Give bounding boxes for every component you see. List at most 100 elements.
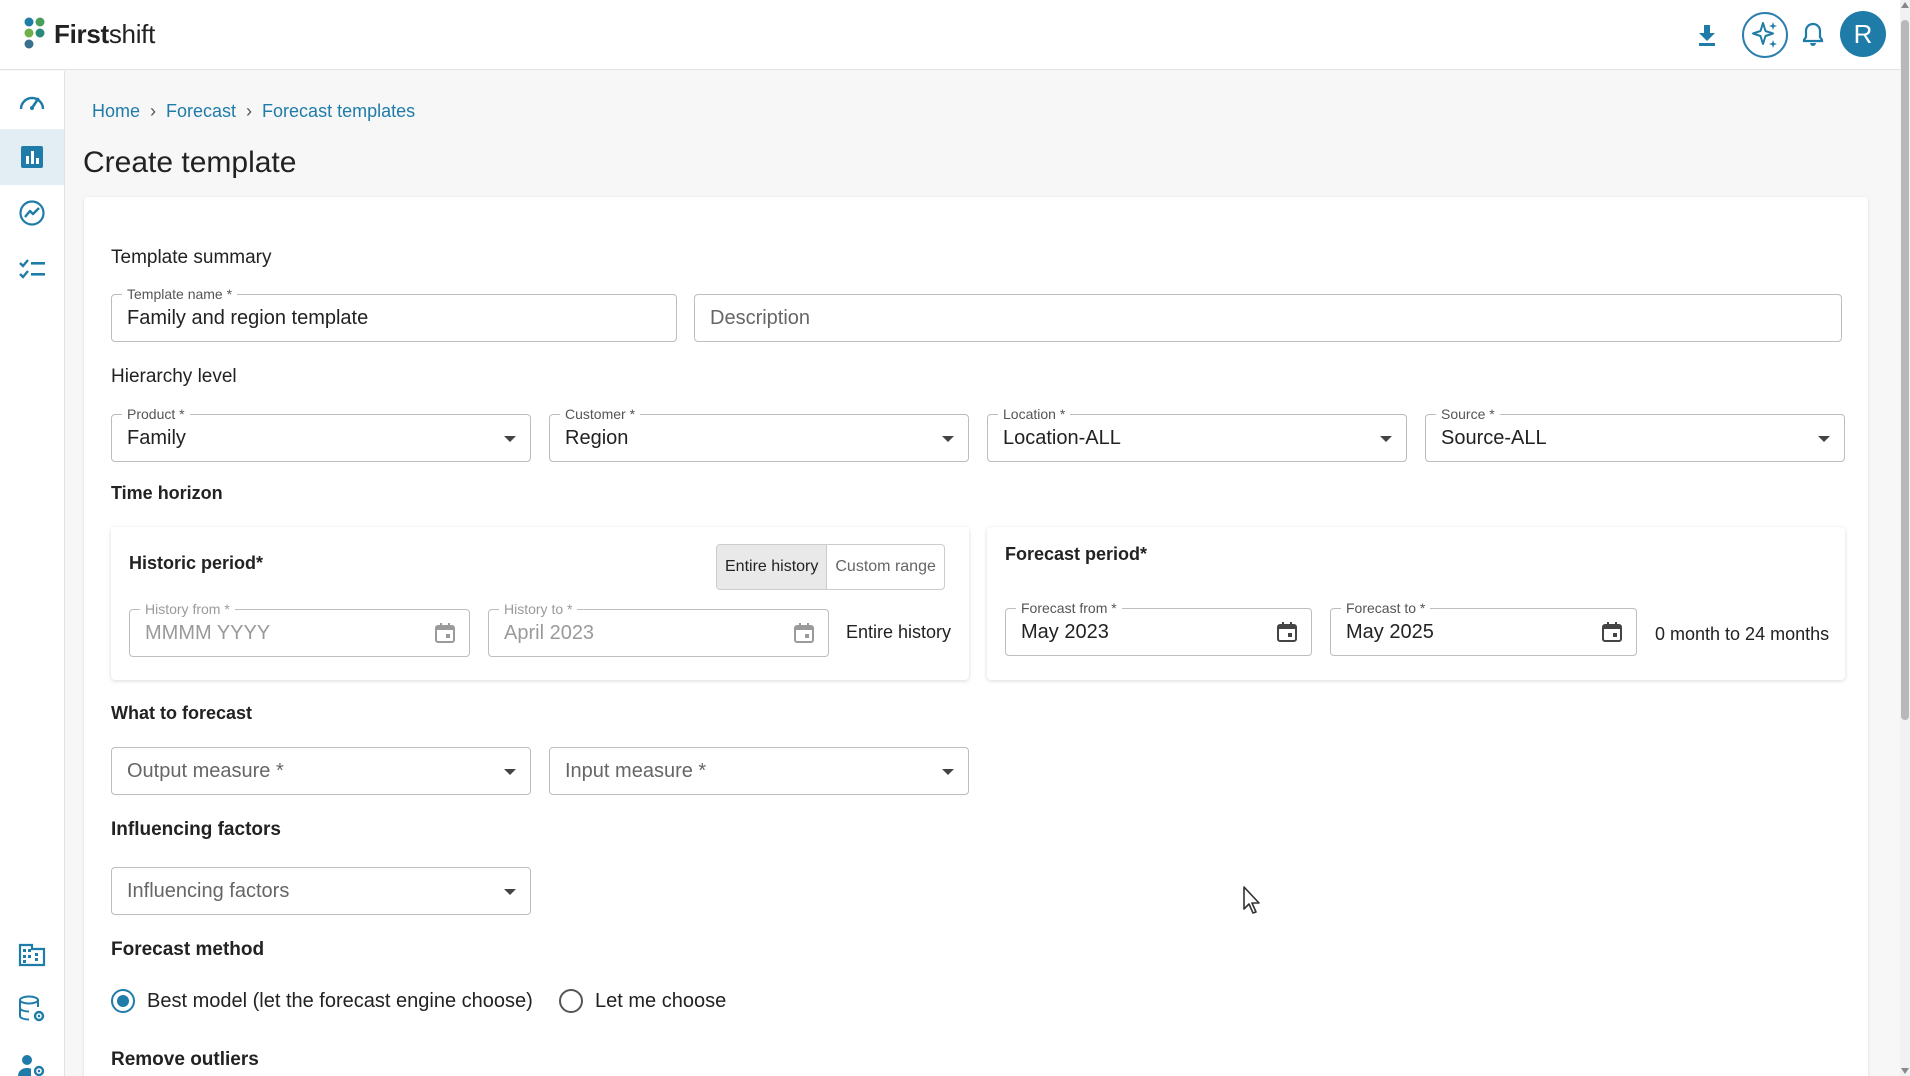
source-value: Source-ALL	[1441, 427, 1547, 449]
chevron-down-icon	[504, 769, 516, 775]
forecast-to-field[interactable]: Forecast to * May 2025	[1330, 600, 1637, 656]
customer-label: Customer *	[560, 406, 641, 422]
scroll-down-arrow-icon[interactable]	[1901, 1068, 1909, 1074]
remove-outliers-heading: Remove outliers	[111, 1049, 259, 1070]
influencing-factors-select[interactable]: Influencing factors	[111, 867, 531, 915]
top-bar: Firstshift R	[0, 0, 1900, 70]
ai-sparkle-icon	[1750, 20, 1780, 50]
calendar-icon[interactable]	[1275, 620, 1299, 644]
sidebar-item-dashboard[interactable]	[0, 73, 64, 129]
let-me-choose-radio[interactable]: Let me choose	[559, 989, 726, 1013]
sidebar-item-data-settings[interactable]	[0, 982, 64, 1038]
sidebar-item-user-settings[interactable]	[0, 1038, 64, 1076]
notifications-button[interactable]	[1788, 10, 1838, 60]
calendar-icon[interactable]	[792, 621, 816, 645]
calendar-icon[interactable]	[1600, 620, 1624, 644]
breadcrumb-separator: ›	[150, 101, 157, 121]
bell-icon	[1802, 22, 1824, 48]
location-label: Location *	[998, 406, 1071, 422]
customer-select[interactable]: Customer * Region	[549, 406, 969, 462]
building-icon	[18, 941, 46, 967]
history-from-field[interactable]: History from * MMMM YYYY	[129, 601, 470, 657]
radio-unchecked-icon	[559, 989, 583, 1013]
chevron-down-icon	[1818, 436, 1830, 442]
sidebar-item-analytics[interactable]	[0, 185, 64, 241]
location-select[interactable]: Location * Location-ALL	[987, 406, 1407, 462]
radio-checked-icon	[111, 989, 135, 1013]
forecast-period-title: Forecast period*	[1005, 544, 1148, 564]
history-to-value: April 2023	[504, 622, 595, 644]
custom-range-toggle[interactable]: Custom range	[827, 545, 944, 589]
customer-value: Region	[565, 427, 629, 449]
what-to-forecast-heading: What to forecast	[111, 703, 253, 723]
chevron-down-icon	[504, 436, 516, 442]
sidebar	[0, 71, 65, 1076]
template-summary-heading: Template summary	[111, 247, 272, 268]
sidebar-item-forecast[interactable]	[0, 129, 64, 185]
breadcrumb-home[interactable]: Home	[92, 101, 140, 122]
breadcrumb-forecast-templates[interactable]: Forecast templates	[262, 101, 415, 122]
product-select[interactable]: Product * Family	[111, 406, 531, 462]
logo-text: Firstshift	[54, 18, 156, 49]
history-to-field[interactable]: History to * April 2023	[488, 601, 829, 657]
forecast-to-label: Forecast to *	[1341, 600, 1431, 616]
history-from-placeholder: MMMM YYYY	[145, 622, 271, 644]
dashboard-gauge-icon	[18, 89, 46, 113]
user-settings-icon	[17, 1053, 47, 1076]
description-field[interactable]: Description	[694, 294, 1842, 342]
calendar-icon[interactable]	[433, 621, 457, 645]
chevron-down-icon	[504, 889, 516, 895]
page-title: Create template	[83, 146, 297, 179]
history-from-label: History from *	[140, 601, 235, 617]
source-label: Source *	[1436, 406, 1500, 422]
sidebar-item-tasks[interactable]	[0, 241, 64, 297]
chevron-down-icon	[942, 769, 954, 775]
mouse-pointer-icon	[1242, 885, 1264, 915]
entire-history-toggle[interactable]: Entire history	[717, 545, 828, 589]
download-button[interactable]	[1682, 10, 1732, 60]
scroll-thumb[interactable]	[1901, 20, 1909, 720]
forecast-method-heading: Forecast method	[111, 939, 265, 960]
forecast-from-value: May 2023	[1021, 621, 1109, 643]
description-placeholder: Description	[710, 307, 811, 329]
influencing-factors-heading: Influencing factors	[111, 819, 281, 840]
firstshift-logo[interactable]: Firstshift	[22, 16, 155, 52]
history-to-label: History to *	[499, 601, 578, 617]
download-icon	[1696, 23, 1718, 47]
history-range-toggle: Entire history Custom range	[716, 544, 945, 590]
template-name-field[interactable]: Template name * Family and region templa…	[111, 286, 677, 342]
user-avatar[interactable]: R	[1840, 11, 1886, 57]
best-model-radio[interactable]: Best model (let the forecast engine choo…	[111, 989, 533, 1013]
location-value: Location-ALL	[1003, 427, 1121, 449]
historic-period-title: Historic period*	[129, 553, 264, 573]
scroll-up-arrow-icon[interactable]	[1901, 2, 1909, 8]
historic-period-summary: Entire history	[846, 622, 952, 642]
sidebar-item-organization[interactable]	[0, 926, 64, 982]
forecast-period-panel: Forecast period* Forecast from * May 202…	[987, 527, 1845, 680]
checklist-icon	[18, 258, 46, 280]
breadcrumb-forecast[interactable]: Forecast	[166, 101, 236, 122]
template-name-value: Family and region template	[127, 307, 369, 329]
product-label: Product *	[122, 406, 190, 422]
chevron-down-icon	[1380, 436, 1392, 442]
breadcrumb-separator: ›	[246, 101, 253, 121]
database-settings-icon	[17, 995, 47, 1025]
source-select[interactable]: Source * Source-ALL	[1425, 406, 1845, 462]
breadcrumb: Home › Forecast › Forecast templates	[92, 101, 415, 122]
output-measure-select[interactable]: Output measure *	[111, 747, 531, 795]
product-value: Family	[127, 427, 186, 449]
influencing-factors-placeholder: Influencing factors	[127, 880, 290, 902]
forecast-period-summary: 0 month to 24 months	[1655, 624, 1830, 644]
hierarchy-level-heading: Hierarchy level	[111, 366, 237, 387]
let-me-choose-label: Let me choose	[595, 989, 727, 1012]
output-measure-placeholder: Output measure *	[127, 760, 284, 782]
input-measure-select[interactable]: Input measure *	[549, 747, 969, 795]
ai-assistant-button[interactable]	[1742, 12, 1788, 58]
best-model-label: Best model (let the forecast engine choo…	[147, 989, 533, 1012]
forecast-to-value: May 2025	[1346, 621, 1434, 643]
page-scrollbar[interactable]	[1900, 0, 1910, 1076]
time-horizon-heading: Time horizon	[111, 483, 223, 503]
chevron-down-icon	[942, 436, 954, 442]
forecast-from-field[interactable]: Forecast from * May 2023	[1005, 600, 1312, 656]
template-name-label: Template name *	[122, 286, 238, 302]
